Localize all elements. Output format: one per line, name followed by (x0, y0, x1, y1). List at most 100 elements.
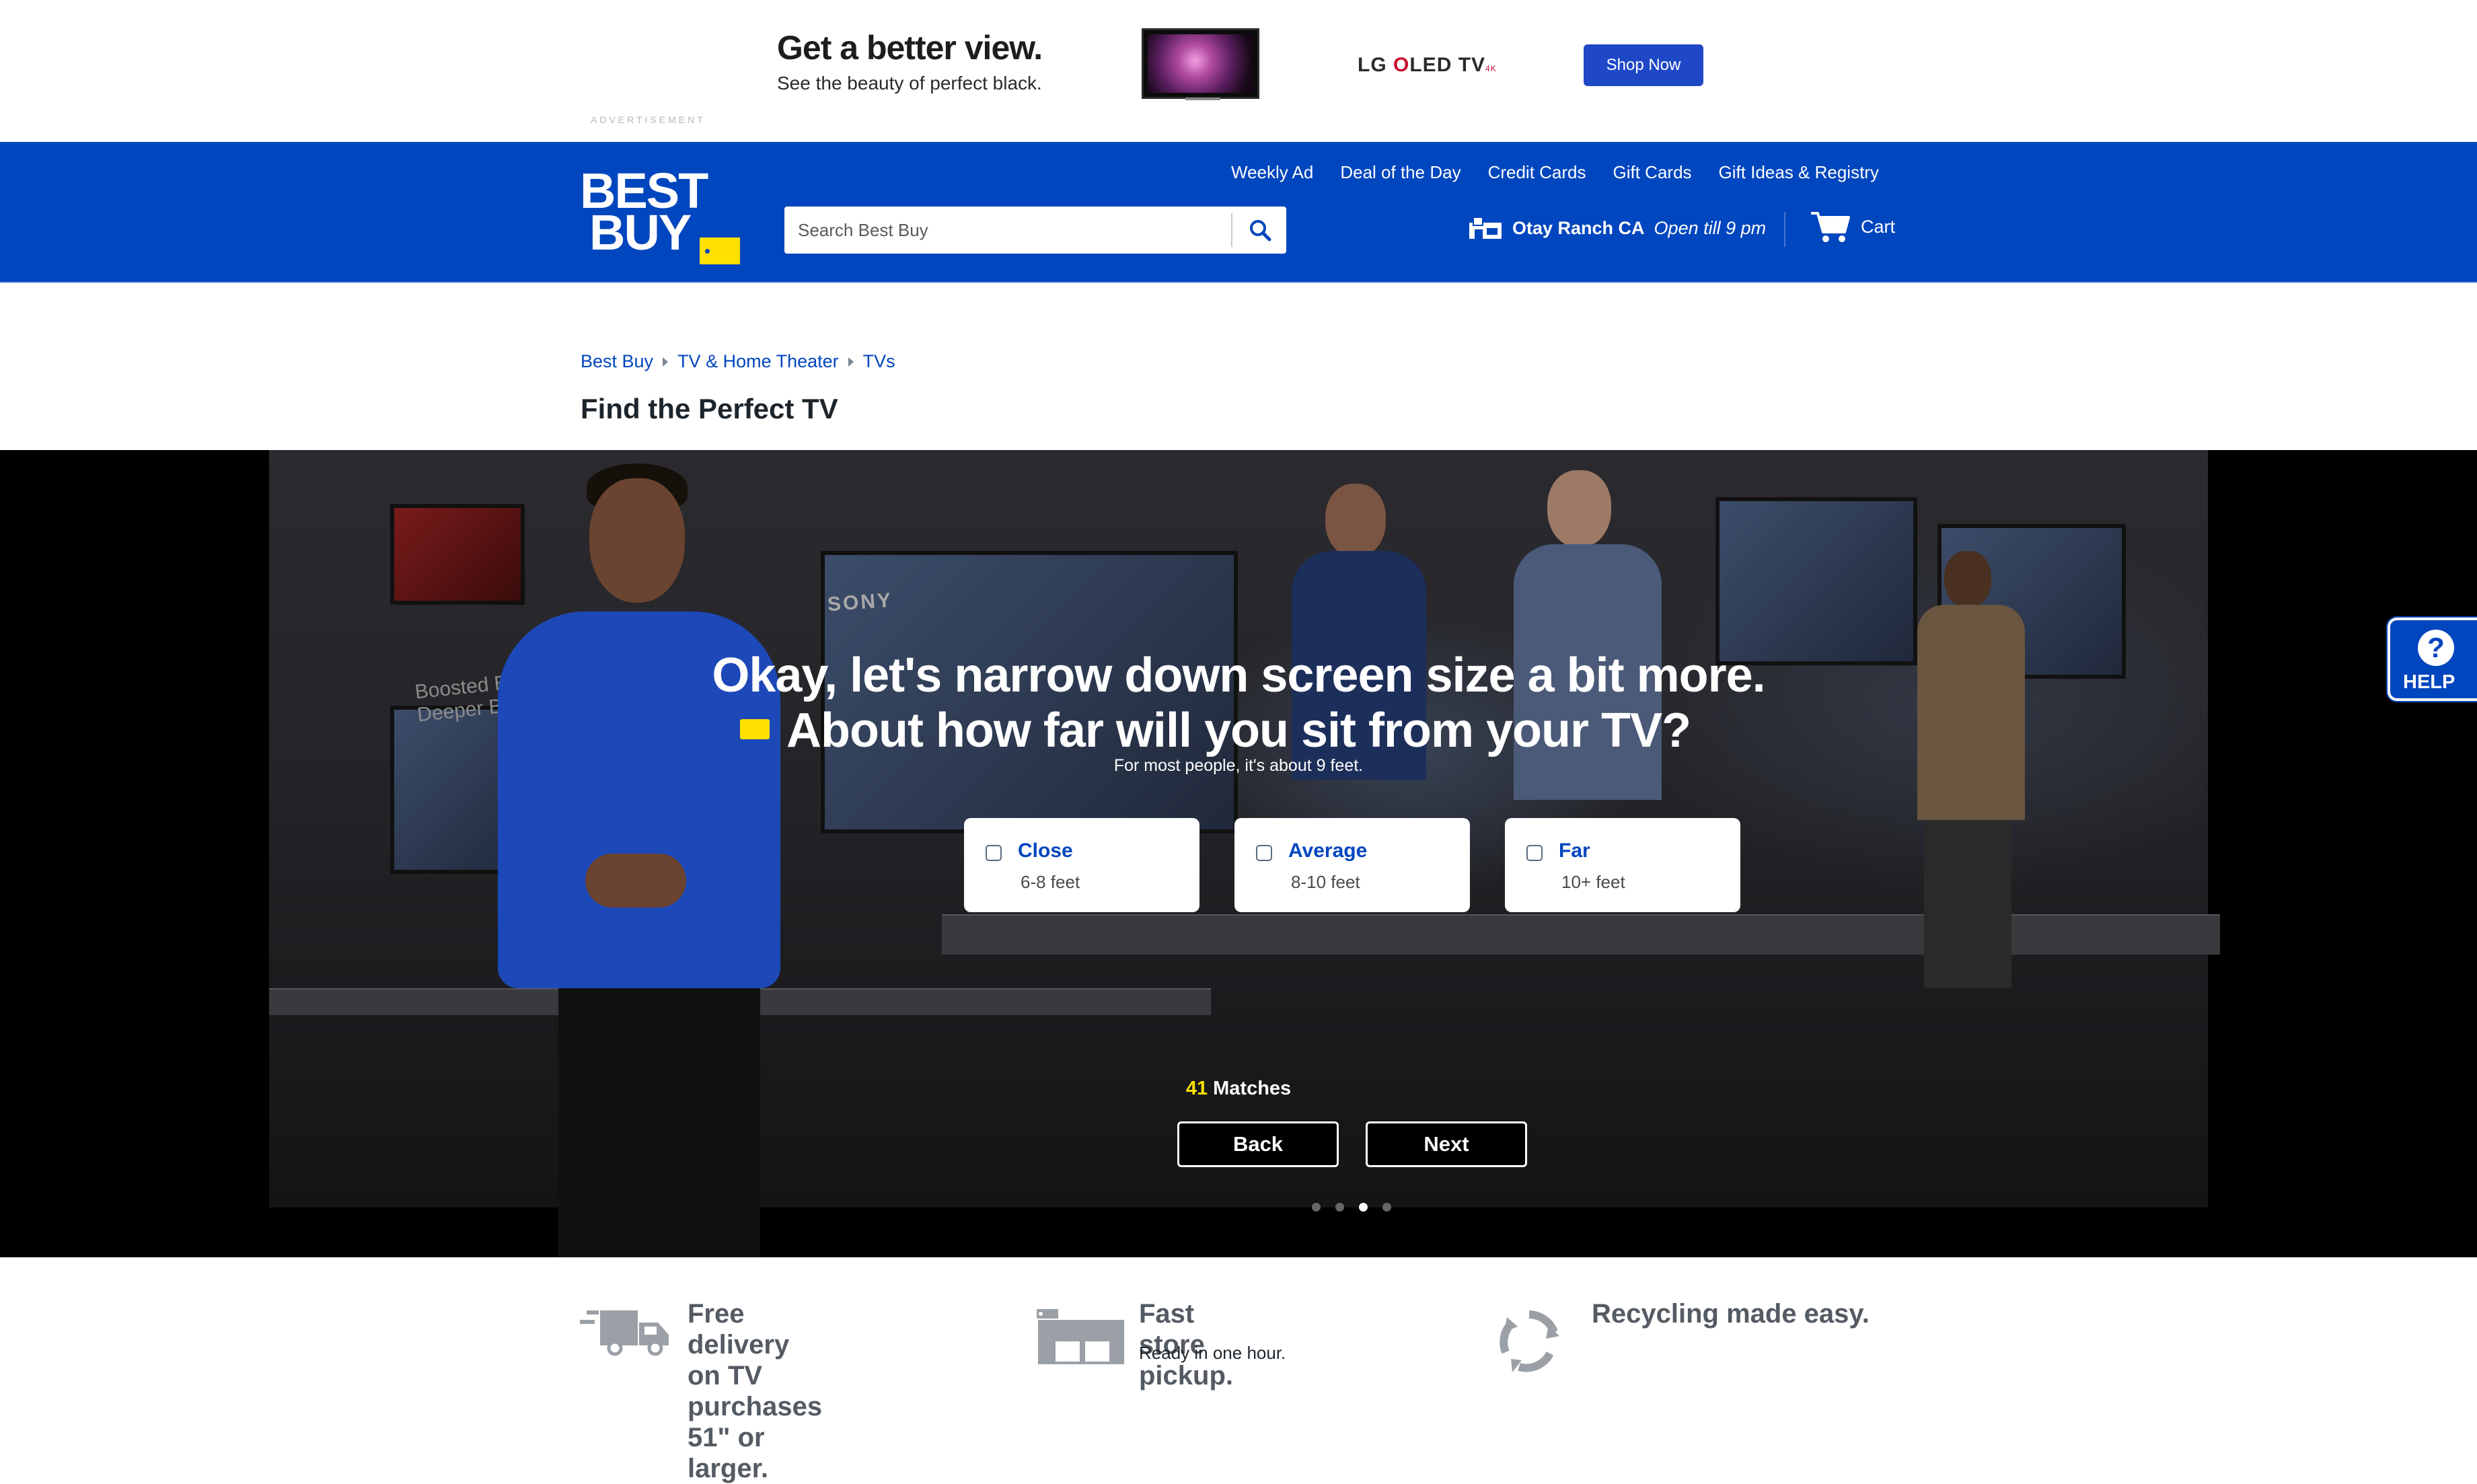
chevron-down-icon (1753, 312, 1764, 323)
site-header: BEST BUY Weekly Ad Deal of the Day Credi… (0, 142, 2477, 334)
cart-label: Cart (1861, 216, 1896, 237)
deal-of-the-day-link[interactable]: Deal of the Day (1340, 162, 1461, 183)
account-nav: Account Shopping History Order Status Sa… (1300, 296, 1892, 343)
step-dot[interactable] (1312, 1203, 1321, 1212)
ad-brand-led: LED TV (1409, 54, 1486, 76)
gift-cards-link[interactable]: Gift Cards (1613, 162, 1692, 183)
ad-tv-screen (1148, 34, 1253, 93)
employee-hands (585, 854, 686, 907)
search-button[interactable] (1234, 207, 1286, 254)
account-menu[interactable]: Account (1300, 305, 1424, 334)
logo-text-buy: BUY (589, 205, 692, 260)
breadcrumb: Best Buy TV & Home Theater TVs (581, 351, 895, 372)
matches-label: Matches (1213, 1078, 1292, 1099)
header-separator (0, 281, 2477, 283)
person-head (1325, 484, 1386, 558)
step-dot-active[interactable] (1359, 1203, 1368, 1212)
step-dot[interactable] (1382, 1203, 1391, 1212)
nav-deals[interactable]: Deals (870, 305, 942, 335)
option-checkbox[interactable] (986, 845, 1002, 861)
ad-subline: See the beauty of perfect black. (777, 73, 1042, 94)
nav-services[interactable]: Services (982, 305, 1093, 335)
question-line-1: Okay, let's narrow down screen size a bi… (712, 648, 1765, 702)
search-input[interactable] (784, 207, 1231, 254)
store-hours: Open till 9 pm (1654, 217, 1767, 238)
chevron-down-icon (1603, 312, 1615, 323)
option-checkbox[interactable] (1256, 845, 1272, 861)
breadcrumb-best-buy[interactable]: Best Buy (581, 351, 653, 372)
store-locator[interactable]: Otay Ranch CA Open till 9 pm (1468, 216, 1766, 240)
feature-title-line: purchases 51" or larger. (688, 1392, 823, 1483)
store-pickup-icon (1037, 1309, 1124, 1364)
option-checkbox[interactable] (1526, 845, 1543, 861)
option-range: 6-8 feet (1021, 872, 1080, 892)
employee-pants (558, 988, 760, 1257)
matches-count: 41 Matches (0, 1078, 2477, 1100)
ad-brand-o: O (1393, 54, 1410, 76)
option-title: Far (1559, 840, 1590, 862)
tv-brand-sign: SONY (826, 589, 894, 616)
caret-right-icon (663, 357, 669, 367)
best-buy-logo[interactable]: BEST BUY (580, 166, 741, 268)
tv-finder-hero: Boosted Brightness Deeper Blacks SONY Ok… (0, 450, 2477, 1257)
step-indicator (1312, 1203, 1391, 1212)
person-pants (1924, 820, 2011, 988)
breadcrumb-tv-home-theater[interactable]: TV & Home Theater (677, 351, 839, 372)
feature-title-line: Free delivery on TV (688, 1299, 790, 1390)
cart-icon (1811, 212, 1850, 242)
question-line-2: About how far will you sit from your TV? (786, 704, 1691, 757)
ad-brand-4k: 4K (1485, 64, 1497, 73)
option-far[interactable]: Far 10+ feet (1505, 818, 1740, 912)
next-button[interactable]: Next (1366, 1121, 1527, 1167)
order-status-label: Order Status (1637, 309, 1747, 330)
search-icon (1250, 220, 1271, 242)
saved-items-label: Saved Items (1786, 309, 1893, 330)
saved-items-link[interactable]: Saved Items (1787, 309, 1893, 330)
help-tab[interactable]: ? HELP (2388, 618, 2477, 701)
order-status-menu[interactable]: Order Status (1637, 309, 1764, 330)
ad-tv-image (1142, 28, 1259, 100)
option-range: 10+ feet (1561, 872, 1625, 892)
shop-now-button[interactable]: Shop Now (1584, 44, 1703, 86)
shopping-history-label: Shopping History (1446, 309, 1597, 330)
ad-brand-logo: LG OLED TV4K (1358, 54, 1497, 77)
ad-tv-stand (1185, 98, 1220, 100)
utility-links: Weekly Ad Deal of the Day Credit Cards G… (1231, 162, 1879, 183)
credit-cards-link[interactable]: Credit Cards (1488, 162, 1586, 183)
gift-ideas-registry-link[interactable]: Gift Ideas & Registry (1719, 162, 1879, 183)
matches-number: 41 (1185, 1078, 1208, 1099)
help-label: HELP (2403, 671, 2455, 693)
caret-right-icon (848, 357, 854, 367)
search-bar (784, 207, 1286, 254)
person-head (1944, 551, 1991, 608)
breadcrumb-tvs[interactable]: TVs (863, 351, 895, 372)
step-dot[interactable] (1335, 1203, 1344, 1212)
header-divider (1784, 212, 1785, 247)
nav-brands[interactable]: Brands (737, 305, 829, 335)
nav-products[interactable]: Products (580, 305, 696, 335)
option-average[interactable]: Average 8-10 feet (1234, 818, 1470, 912)
main-nav: Products Brands Deals Services (580, 296, 1093, 343)
account-label: Account (1333, 309, 1406, 330)
display-shelf (942, 914, 2220, 955)
option-range: 8-10 feet (1291, 872, 1360, 892)
feature-title: Free delivery on TV purchases 51" or lar… (688, 1298, 822, 1484)
weekly-ad-link[interactable]: Weekly Ad (1231, 162, 1313, 183)
page-title: Find the Perfect TV (581, 393, 838, 424)
advertisement-label: ADVERTISEMENT (591, 114, 706, 125)
option-close[interactable]: Close 6-8 feet (964, 818, 1199, 912)
display-tv (1715, 497, 1917, 665)
person-head (1547, 470, 1611, 548)
chevron-down-icon (1412, 312, 1424, 323)
store-icon (1469, 217, 1502, 239)
option-title: Average (1288, 840, 1368, 862)
shopping-history-menu[interactable]: Shopping History (1446, 309, 1615, 330)
delivery-truck-icon (580, 1310, 669, 1356)
advertisement-banner[interactable]: ADVERTISEMENT Get a better view. See the… (0, 0, 2477, 142)
help-question-icon: ? (2418, 630, 2454, 666)
back-button[interactable]: Back (1177, 1121, 1339, 1167)
question-hint: For most people, it's about 9 feet. (1113, 756, 1364, 775)
account-icon (1300, 306, 1327, 333)
option-title: Close (1018, 840, 1073, 862)
cart-link[interactable]: Cart (1810, 209, 1895, 244)
